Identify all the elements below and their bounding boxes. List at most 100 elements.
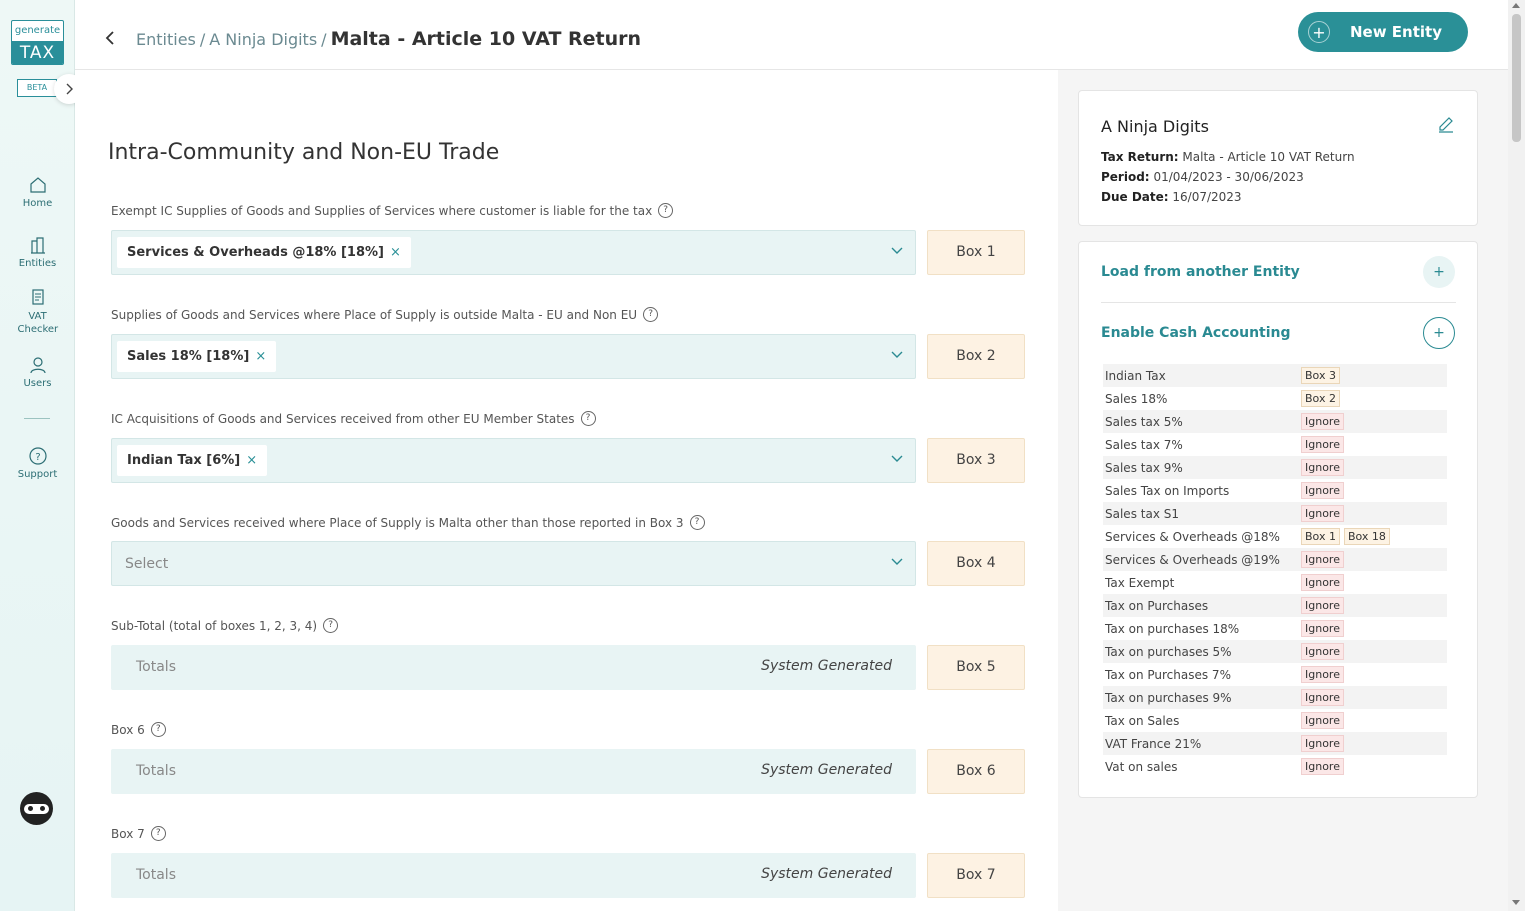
user-icon [29,357,46,374]
mapping-tax-name: Tax on purchases 18% [1105,621,1240,636]
scroll-up-icon[interactable] [1512,3,1520,8]
scroll-thumb[interactable] [1512,14,1521,142]
selected-chip: Indian Tax [6%] × [117,445,268,476]
mapping-row: Sales tax 9% Ignore [1103,456,1447,479]
settings-card: Load from another Entity + Enable Cash A… [1078,241,1478,798]
help-icon[interactable]: ? [150,722,166,737]
help-icon[interactable]: ? [580,411,596,426]
mapping-tax-name: Sales tax 5% [1105,414,1183,429]
mapping-tag[interactable]: Ignore [1301,666,1344,683]
cash-accounting-toggle[interactable]: Enable Cash Accounting [1101,325,1456,341]
mapping-tax-name: Tax on Sales [1105,713,1180,728]
entity-card: A Ninja Digits Tax Return: Malta - Artic… [1078,90,1478,226]
remove-chip-icon[interactable]: × [390,245,401,260]
box1-button[interactable]: Box 1 [927,230,1025,275]
mapping-tag[interactable]: Ignore [1301,505,1344,522]
box4-button[interactable]: Box 4 [927,541,1025,586]
mapping-row: Indian Tax Box 3 [1103,364,1447,387]
mapping-tag[interactable]: Box 18 [1343,528,1390,545]
chevron-down-icon[interactable] [891,455,903,463]
mapping-tag[interactable]: Ignore [1301,643,1344,660]
box2-button[interactable]: Box 2 [927,334,1025,379]
load-from-entity-plus-icon[interactable]: + [1423,256,1455,288]
box2-select[interactable]: Sales 18% [18%] × [111,334,916,379]
mapping-tag[interactable]: Box 2 [1301,390,1340,407]
scrollbar[interactable] [1508,0,1525,911]
ninja-avatar-icon [24,803,49,814]
chevron-down-icon[interactable] [891,247,903,255]
field-label-box2: Supplies of Goods and Services where Pla… [111,307,659,322]
totals-label: Totals [136,867,176,883]
box3-button[interactable]: Box 3 [927,438,1025,483]
field-label-text: Sub-Total (total of boxes 1, 2, 3, 4) [111,618,318,633]
mapping-tag[interactable]: Ignore [1301,574,1344,591]
scroll-down-icon[interactable] [1512,900,1520,905]
mapping-tag[interactable]: Ignore [1301,689,1344,706]
mapping-tag[interactable]: Box 3 [1301,367,1340,384]
box7-button[interactable]: Box 7 [927,853,1025,898]
box5-button[interactable]: Box 5 [927,645,1025,690]
box4-select[interactable]: Select [111,541,916,586]
help-icon[interactable]: ? [689,515,705,530]
mapping-row: VAT France 21% Ignore [1103,732,1447,755]
remove-chip-icon[interactable]: × [255,349,266,364]
mapping-tag[interactable]: Box 1 [1301,528,1340,545]
logo[interactable]: generate TAX [11,20,64,65]
new-entity-button[interactable]: + New Entity [1298,12,1468,52]
mapping-tax-name: Sales 18% [1105,391,1168,406]
mapping-tag[interactable]: Ignore [1301,482,1344,499]
help-icon[interactable]: ? [643,307,659,322]
system-generated-label: System Generated [761,658,892,674]
new-entity-label: New Entity [1350,23,1442,41]
mapping-row: Services & Overheads @18% Box 1 Box 18 [1103,525,1447,548]
mapping-tag[interactable]: Ignore [1301,459,1344,476]
tax-return-meta: Tax Return: Malta - Article 10 VAT Retur… [1101,150,1355,164]
mapping-tag[interactable]: Ignore [1301,758,1344,775]
mapping-tag[interactable]: Ignore [1301,620,1344,637]
mapping-tax-name: Services & Overheads @19% [1105,552,1280,567]
help-icon[interactable]: ? [150,826,166,841]
field-label-text: Box 6 [111,722,145,737]
mapping-tag[interactable]: Ignore [1301,436,1344,453]
nav-vat-checker[interactable]: VAT Checker [0,288,75,336]
mapping-row: Tax on Sales Ignore [1103,709,1447,732]
nav-entities[interactable]: Entities [0,236,75,269]
mapping-tag[interactable]: Ignore [1301,712,1344,729]
cash-accounting-plus-icon[interactable]: + [1423,317,1455,349]
box1-select[interactable]: Services & Overheads @18% [18%] × [111,230,916,275]
chevron-down-icon[interactable] [891,351,903,359]
field-label-text: Box 7 [111,826,145,841]
edit-icon[interactable] [1437,115,1455,133]
mapping-tag[interactable]: Ignore [1301,735,1344,752]
mapping-tax-name: Services & Overheads @18% [1105,529,1280,544]
mapping-tag[interactable]: Ignore [1301,551,1344,568]
system-generated-label: System Generated [761,762,892,778]
nav-home[interactable]: Home [0,176,75,209]
document-icon [31,289,44,305]
help-icon[interactable]: ? [323,618,339,633]
mapping-tax-name: Sales tax S1 [1105,506,1179,521]
box6-button[interactable]: Box 6 [927,749,1025,794]
avatar[interactable] [20,792,53,825]
mapping-tag[interactable]: Ignore [1301,597,1344,614]
help-icon[interactable]: ? [658,203,674,218]
nav-users[interactable]: Users [0,356,75,389]
totals-label: Totals [136,659,176,675]
back-button[interactable] [105,30,115,49]
remove-chip-icon[interactable]: × [246,453,257,468]
nav-support[interactable]: ? Support [0,447,75,480]
logo-top-text: generate [14,25,61,36]
side-panel: A Ninja Digits Tax Return: Malta - Artic… [1058,70,1508,911]
breadcrumb-entities[interactable]: Entities [136,30,196,49]
meta-value: Malta - Article 10 VAT Return [1182,150,1355,164]
load-from-entity-toggle[interactable]: Load from another Entity [1101,264,1456,280]
help-circle-icon: ? [28,447,47,465]
chevron-down-icon[interactable] [891,558,903,566]
field-label-text: Goods and Services received where Place … [111,515,684,530]
svg-text:?: ? [35,452,40,463]
tax-code-mapping-list: Indian Tax Box 3 Sales 18% Box 2 Sales tax 5… [1103,364,1447,776]
mapping-row: Tax Exempt Ignore [1103,571,1447,594]
mapping-tag[interactable]: Ignore [1301,413,1344,430]
breadcrumb-entity[interactable]: A Ninja Digits [209,30,317,49]
box3-select[interactable]: Indian Tax [6%] × [111,438,916,483]
